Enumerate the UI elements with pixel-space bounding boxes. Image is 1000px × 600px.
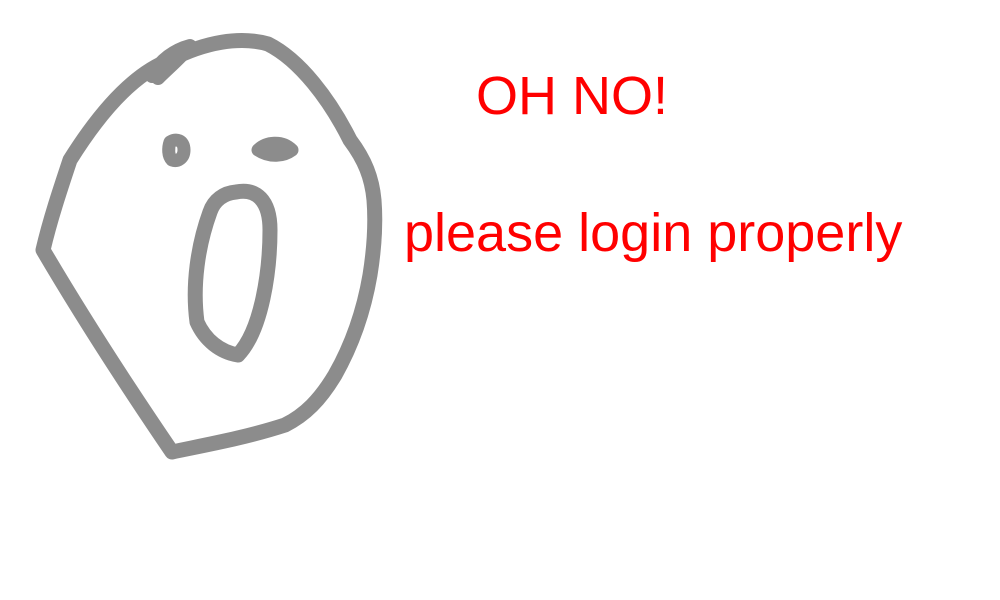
face-outline: [35, 33, 383, 460]
error-page: OH NO! please login properly: [0, 0, 1000, 600]
login-error-message: please login properly: [404, 203, 903, 263]
shocked-face-icon: [0, 0, 420, 480]
error-headline: OH NO!: [476, 66, 669, 126]
face-outline-scribble: [145, 39, 197, 85]
shocked-face-drawing: [35, 33, 383, 460]
left-eye: [162, 133, 191, 167]
open-mouth: [187, 183, 278, 363]
right-eye: [251, 136, 299, 162]
